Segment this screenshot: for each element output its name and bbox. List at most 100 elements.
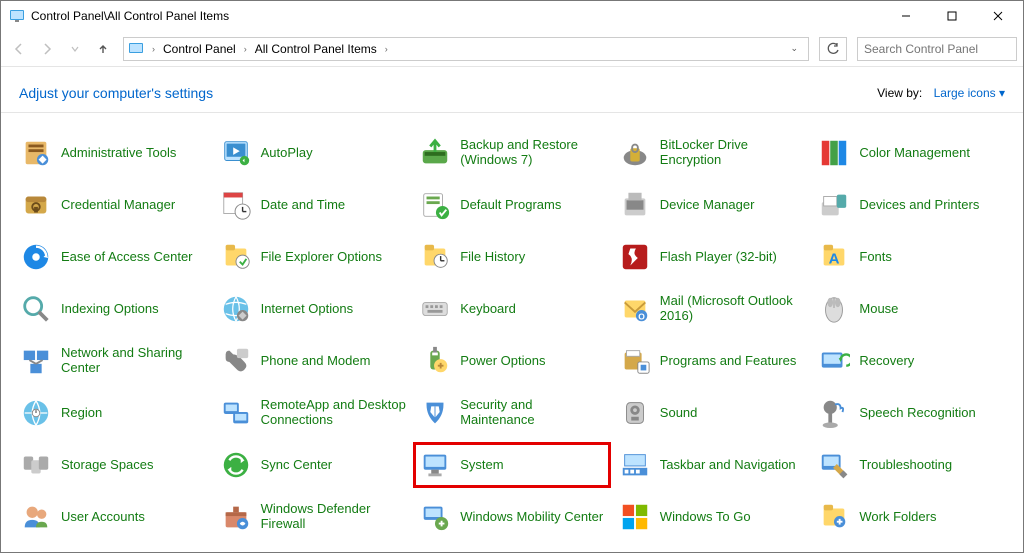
item-label: Ease of Access Center	[61, 250, 193, 265]
item-label: Date and Time	[261, 198, 346, 213]
minimize-button[interactable]	[883, 1, 929, 31]
close-button[interactable]	[975, 1, 1021, 31]
chevron-right-icon[interactable]: ›	[240, 44, 251, 54]
credential-manager-icon	[19, 188, 53, 222]
cp-item-user-accounts[interactable]: User Accounts	[15, 495, 211, 539]
item-label: Work Folders	[859, 510, 936, 525]
cp-item-programs-and-features[interactable]: Programs and Features	[614, 339, 810, 383]
cp-item-mail-microsoft-outlook-2016[interactable]: Mail (Microsoft Outlook 2016)	[614, 287, 810, 331]
up-button[interactable]	[91, 37, 115, 61]
cp-item-sync-center[interactable]: Sync Center	[215, 443, 411, 487]
internet-options-icon	[219, 292, 253, 326]
cp-item-devices-and-printers[interactable]: Devices and Printers	[813, 183, 1009, 227]
recovery-icon	[817, 344, 851, 378]
default-programs-icon	[418, 188, 452, 222]
cp-item-region[interactable]: Region	[15, 391, 211, 435]
cp-item-keyboard[interactable]: Keyboard	[414, 287, 610, 331]
cp-item-flash-player-32-bit[interactable]: Flash Player (32-bit)	[614, 235, 810, 279]
item-label: RemoteApp and Desktop Connections	[261, 398, 409, 428]
cp-item-sound[interactable]: Sound	[614, 391, 810, 435]
cp-item-network-and-sharing-center[interactable]: Network and Sharing Center	[15, 339, 211, 383]
cp-item-bitlocker-drive-encryption[interactable]: BitLocker Drive Encryption	[614, 131, 810, 175]
ease-of-access-center-icon	[19, 240, 53, 274]
device-manager-icon	[618, 188, 652, 222]
item-label: Recovery	[859, 354, 914, 369]
item-label: Phone and Modem	[261, 354, 371, 369]
cp-item-windows-mobility-center[interactable]: Windows Mobility Center	[414, 495, 610, 539]
header-row: Adjust your computer's settings View by:…	[1, 67, 1023, 113]
cp-item-system[interactable]: System	[414, 443, 610, 487]
cp-item-windows-defender-firewall[interactable]: Windows Defender Firewall	[215, 495, 411, 539]
administrative-tools-icon	[19, 136, 53, 170]
windows-to-go-icon	[618, 500, 652, 534]
windows-defender-firewall-icon	[219, 500, 253, 534]
item-label: BitLocker Drive Encryption	[660, 138, 808, 168]
chevron-right-icon[interactable]: ›	[381, 44, 392, 54]
user-accounts-icon	[19, 500, 53, 534]
cp-item-mouse[interactable]: Mouse	[813, 287, 1009, 331]
item-label: File Explorer Options	[261, 250, 382, 265]
item-label: Windows Mobility Center	[460, 510, 603, 525]
cp-item-color-management[interactable]: Color Management	[813, 131, 1009, 175]
cp-item-remoteapp-and-desktop-connections[interactable]: RemoteApp and Desktop Connections	[215, 391, 411, 435]
chevron-right-icon[interactable]: ›	[148, 44, 159, 54]
cp-item-phone-and-modem[interactable]: Phone and Modem	[215, 339, 411, 383]
item-label: Security and Maintenance	[460, 398, 608, 428]
item-label: Storage Spaces	[61, 458, 154, 473]
system-icon	[418, 448, 452, 482]
chevron-down-icon[interactable]: ⌄	[784, 43, 804, 54]
item-label: Default Programs	[460, 198, 561, 213]
control-panel-icon	[9, 8, 25, 24]
view-by-control[interactable]: View by: Large icons ▾	[877, 86, 1005, 100]
cp-item-speech-recognition[interactable]: Speech Recognition	[813, 391, 1009, 435]
cp-item-backup-and-restore-windows-7[interactable]: Backup and Restore (Windows 7)	[414, 131, 610, 175]
cp-item-administrative-tools[interactable]: Administrative Tools	[15, 131, 211, 175]
cp-item-file-history[interactable]: File History	[414, 235, 610, 279]
breadcrumb-root[interactable]: Control Panel	[163, 42, 236, 56]
item-label: Programs and Features	[660, 354, 797, 369]
page-heading: Adjust your computer's settings	[19, 85, 213, 101]
cp-item-ease-of-access-center[interactable]: Ease of Access Center	[15, 235, 211, 279]
cp-item-device-manager[interactable]: Device Manager	[614, 183, 810, 227]
search-input[interactable]	[864, 42, 1019, 56]
cp-item-power-options[interactable]: Power Options	[414, 339, 610, 383]
forward-button[interactable]	[35, 37, 59, 61]
cp-item-windows-to-go[interactable]: Windows To Go	[614, 495, 810, 539]
cp-item-indexing-options[interactable]: Indexing Options	[15, 287, 211, 331]
cp-item-file-explorer-options[interactable]: File Explorer Options	[215, 235, 411, 279]
refresh-button[interactable]	[819, 37, 847, 61]
flash-player-32-bit-icon	[618, 240, 652, 274]
cp-item-taskbar-and-navigation[interactable]: Taskbar and Navigation	[614, 443, 810, 487]
speech-recognition-icon	[817, 396, 851, 430]
cp-item-storage-spaces[interactable]: Storage Spaces	[15, 443, 211, 487]
cp-item-work-folders[interactable]: Work Folders	[813, 495, 1009, 539]
back-button[interactable]	[7, 37, 31, 61]
phone-and-modem-icon	[219, 344, 253, 378]
breadcrumb-leaf[interactable]: All Control Panel Items	[255, 42, 377, 56]
cp-item-fonts[interactable]: Fonts	[813, 235, 1009, 279]
autoplay-icon	[219, 136, 253, 170]
item-label: Mail (Microsoft Outlook 2016)	[660, 294, 808, 324]
keyboard-icon	[418, 292, 452, 326]
cp-item-recovery[interactable]: Recovery	[813, 339, 1009, 383]
recent-locations-button[interactable]	[63, 37, 87, 61]
address-bar[interactable]: › Control Panel › All Control Panel Item…	[123, 37, 809, 61]
cp-item-date-and-time[interactable]: Date and Time	[215, 183, 411, 227]
date-and-time-icon	[219, 188, 253, 222]
cp-item-default-programs[interactable]: Default Programs	[414, 183, 610, 227]
fonts-icon	[817, 240, 851, 274]
view-by-value[interactable]: Large icons ▾	[934, 86, 1005, 100]
item-label: Region	[61, 406, 102, 421]
cp-item-security-and-maintenance[interactable]: Security and Maintenance	[414, 391, 610, 435]
maximize-button[interactable]	[929, 1, 975, 31]
cp-item-credential-manager[interactable]: Credential Manager	[15, 183, 211, 227]
cp-item-internet-options[interactable]: Internet Options	[215, 287, 411, 331]
network-and-sharing-center-icon	[19, 344, 53, 378]
item-label: Flash Player (32-bit)	[660, 250, 777, 265]
cp-item-autoplay[interactable]: AutoPlay	[215, 131, 411, 175]
item-label: File History	[460, 250, 525, 265]
cp-item-troubleshooting[interactable]: Troubleshooting	[813, 443, 1009, 487]
search-box[interactable]	[857, 37, 1017, 61]
backup-and-restore-windows-7-icon	[418, 136, 452, 170]
remoteapp-and-desktop-connections-icon	[219, 396, 253, 430]
